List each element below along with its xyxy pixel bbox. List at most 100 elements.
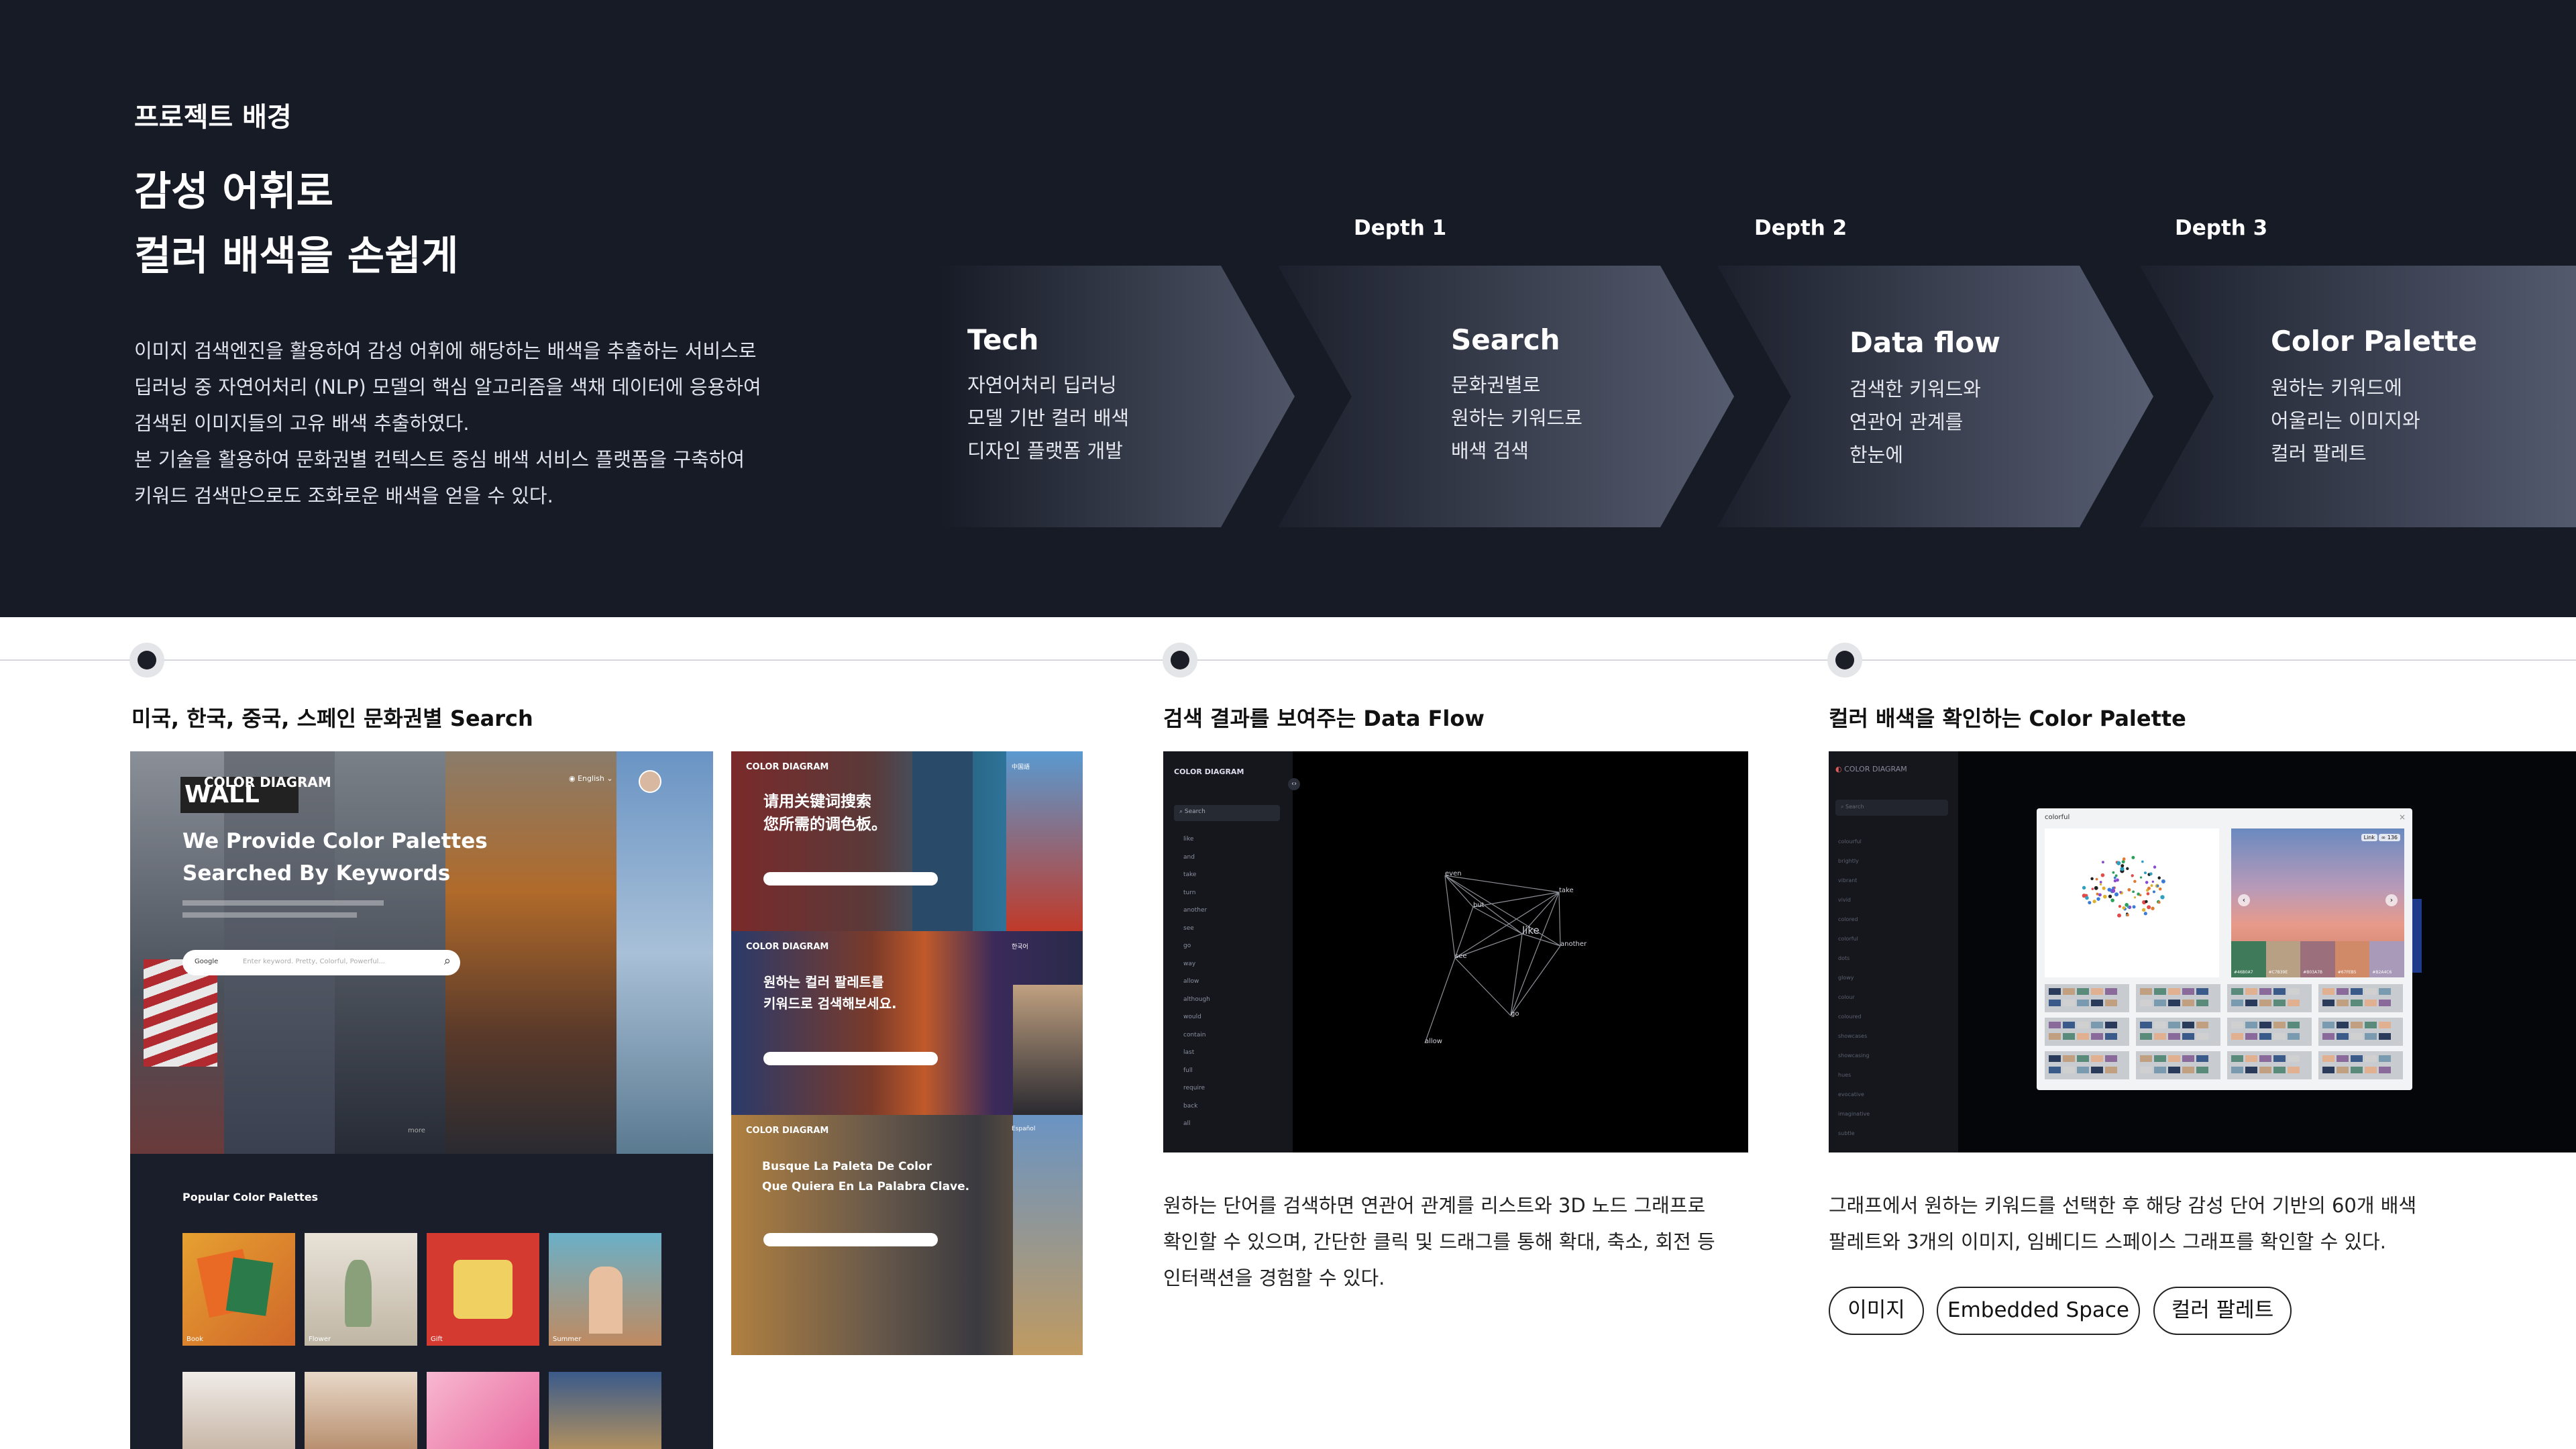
color-swatch[interactable]: #46B0A7 [2231, 941, 2266, 977]
like-badge[interactable]: ∞ 136 [2378, 834, 2400, 841]
palette-cell[interactable] [2045, 984, 2129, 1012]
search-bar[interactable] [763, 1052, 938, 1065]
word-list-item[interactable]: dots [1838, 955, 1870, 975]
engine-select[interactable]: Google [195, 958, 218, 965]
color-swatch[interactable]: #C7B39E [2265, 941, 2301, 977]
palette-cell[interactable] [2136, 1051, 2220, 1079]
graph-node[interactable]: take [1559, 887, 1574, 894]
palette-cell[interactable] [2318, 984, 2403, 1012]
search-bar[interactable]: Google Enter keyword. Pretty, Colorful, … [182, 950, 460, 975]
word-list-item[interactable]: evocative [1838, 1091, 1870, 1111]
palette-cell[interactable] [2136, 984, 2220, 1012]
graph-node[interactable]: like [1522, 924, 1540, 936]
search-input[interactable]: ⌕ Search [1835, 800, 1948, 816]
search-input[interactable]: Enter keyword. Pretty, Colorful, Powerfu… [243, 958, 385, 965]
palette-cell[interactable] [2318, 1018, 2403, 1046]
scatter-point [2121, 864, 2125, 868]
scatter-point [2094, 885, 2098, 890]
word-list-item[interactable]: imaginative [1838, 1111, 1870, 1130]
search-icon[interactable]: ⌕ [444, 954, 451, 968]
palette-card[interactable]: Summer [549, 1233, 661, 1346]
palette-card[interactable] [427, 1372, 539, 1449]
palette-card[interactable]: Book [182, 1233, 295, 1346]
palette-grid[interactable] [2045, 984, 2404, 1083]
palette-card[interactable]: Gift [427, 1233, 539, 1346]
headline-line: 키워드로 검색해보세요. [763, 996, 897, 1012]
scatter-point [2157, 876, 2161, 879]
language-select[interactable]: 한국어 [1012, 942, 1028, 951]
palette-cell[interactable] [2227, 1051, 2312, 1079]
palette-cell[interactable] [2227, 1018, 2312, 1046]
scatter-point [2102, 886, 2106, 890]
language-select[interactable]: Español [1012, 1126, 1035, 1132]
word-list-item[interactable]: vivid [1838, 897, 1870, 916]
palette-chip [2259, 1066, 2271, 1073]
tag-embedded-space[interactable]: Embedded Space [1937, 1287, 2140, 1335]
embedded-space-graph[interactable] [2045, 828, 2219, 977]
keyword-image[interactable]: Link ∞ 136 ‹ › #46B0A7 #C7B39E #B03A7B #67F… [2231, 828, 2404, 977]
word-list-item[interactable]: brightly [1838, 858, 1870, 877]
palette-card[interactable] [182, 1372, 295, 1449]
graph-node[interactable]: even [1445, 870, 1462, 877]
palette-card[interactable] [305, 1372, 417, 1449]
word-list-item[interactable]: subtle [1838, 1130, 1870, 1150]
step-line: 연관어 관계를 [1849, 411, 1964, 433]
word-list-item[interactable]: colorful [1838, 936, 1870, 955]
graph-node[interactable]: another [1560, 941, 1587, 948]
tag-image[interactable]: 이미지 [1829, 1287, 1924, 1335]
color-swatch[interactable]: #B03A7B [2300, 941, 2335, 977]
step-title: Search [1451, 323, 1560, 356]
chevron-left-icon[interactable]: ‹ [2238, 894, 2250, 906]
palette-card[interactable] [549, 1372, 661, 1449]
word-list-item[interactable]: colored [1838, 916, 1870, 936]
avatar[interactable] [639, 770, 661, 793]
word-list-item[interactable]: coloured [1838, 1014, 1870, 1033]
graph-node[interactable]: but [1473, 902, 1485, 909]
step-line: 모델 기반 컬러 배색 [967, 407, 1130, 429]
language-select[interactable]: 中国語 [1012, 762, 1030, 771]
palette-chip [2259, 1055, 2271, 1062]
palette-chip [2337, 1066, 2349, 1073]
close-icon[interactable]: × [2399, 812, 2406, 822]
tag-color-palette[interactable]: 컬러 팔레트 [2153, 1287, 2292, 1335]
palette-card[interactable]: Flower [305, 1233, 417, 1346]
palette-chip [2365, 1032, 2377, 1040]
word-list-item[interactable]: showcasing [1838, 1053, 1870, 1072]
headline-line: 您所需的调色板。 [763, 816, 887, 833]
palette-chip [2322, 1022, 2334, 1028]
word-list-item[interactable]: hues [1838, 1072, 1870, 1091]
palette-chip [2091, 1032, 2103, 1040]
word-list-item[interactable]: vibrant [1838, 877, 1870, 897]
hero-image-strip [616, 751, 713, 1154]
graph-node[interactable]: see [1455, 953, 1467, 960]
palette-chip [2245, 1066, 2257, 1073]
node-graph[interactable]: even take see like another go allow but [1163, 751, 1748, 1152]
palette-cell[interactable] [2045, 1051, 2129, 1079]
scatter-point [2125, 903, 2129, 907]
search-bar[interactable] [763, 872, 938, 885]
word-list-item[interactable]: glowy [1838, 975, 1870, 994]
search-bar[interactable] [763, 1233, 938, 1246]
language-select[interactable]: ◉ English ⌄ [569, 774, 613, 783]
palette-cell[interactable] [2318, 1051, 2403, 1079]
color-swatch[interactable]: #B2A4C6 [2369, 941, 2404, 977]
word-list-item[interactable]: showcases [1838, 1033, 1870, 1053]
palette-chip [2196, 999, 2208, 1006]
headline-line: Que Quiera En La Palabra Clave. [762, 1180, 970, 1193]
palette-cell[interactable] [2227, 984, 2312, 1012]
palette-cell[interactable] [2045, 1018, 2129, 1046]
palette-cell[interactable] [2136, 1018, 2220, 1046]
palette-chip [2231, 1055, 2243, 1062]
page-title: 감성 어휘로 컬러 배색을 손쉽게 [134, 160, 458, 288]
color-swatch[interactable]: #67FEB5 [2334, 941, 2370, 977]
graph-node[interactable]: go [1511, 1010, 1519, 1018]
graph-edge [1510, 945, 1561, 1016]
headline-line: 请用关键词搜索 [763, 793, 871, 810]
search-screenshot: WALL COLOR DIAGRAM ◉ English ⌄ We Provid… [130, 751, 713, 1449]
word-list-item[interactable]: colourful [1838, 839, 1870, 858]
word-list-item[interactable]: colour [1838, 994, 1870, 1014]
more-link[interactable]: more [408, 1127, 425, 1134]
link-badge[interactable]: Link [2361, 834, 2377, 841]
graph-node[interactable]: allow [1425, 1038, 1442, 1045]
chevron-right-icon[interactable]: › [2385, 894, 2398, 906]
